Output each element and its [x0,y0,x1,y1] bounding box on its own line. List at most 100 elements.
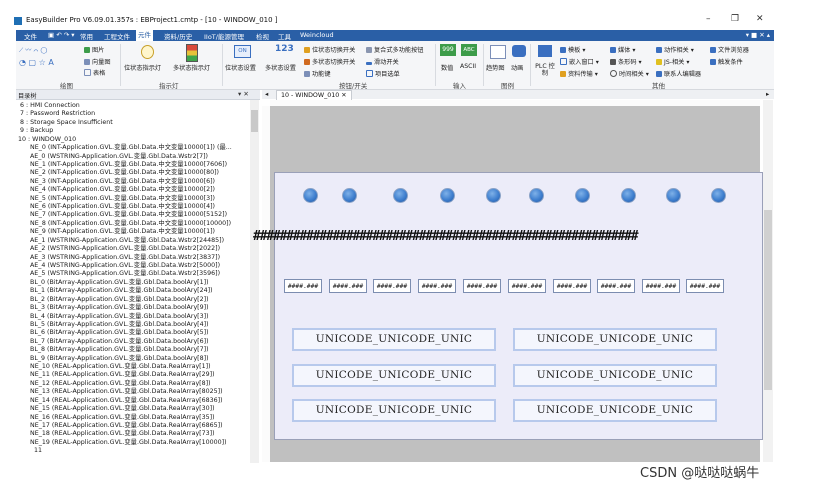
tree-object-item[interactable]: AE_3 (WSTRING-Application.GVL.变量.Gbl.Dat… [30,254,220,262]
bit-toggle-button[interactable]: 位状态切换开关 [304,45,355,54]
slider-button[interactable]: 滑动开关 [366,57,399,66]
bit-lamp-button[interactable]: 位状态指示灯 [124,63,161,72]
tree-object-item[interactable]: NE_18 (REAL-Application.GVL.变量.Gbl.Data.… [30,430,215,438]
sub-window-button[interactable]: 嵌入窗口 ▾ [560,57,599,66]
unicode-input-object[interactable]: UNICODE_UNICODE_UNIC [513,328,717,351]
tree-object-item[interactable]: AE_5 (WSTRING-Application.GVL.变量.Gbl.Dat… [30,270,220,278]
tree-object-item[interactable]: BL_4 (BitArray-Application.GVL.变量.Gbl.Da… [30,313,209,321]
tree-window-item[interactable]: 11 [34,447,42,455]
tree-object-item[interactable]: AE_1 (WSTRING-Application.GVL.变量.Gbl.Dat… [30,237,224,245]
tree-window-item[interactable]: 9 : Backup [20,127,53,135]
tree-object-item[interactable]: NE_0 (INT-Application.GVL.变量.Gbl.Data.中文… [30,144,232,152]
shape-icons[interactable]: ⟋ 〰 ⌒ ◯ [19,45,47,55]
editor-scrollbar-thumb[interactable] [764,210,772,390]
tree-window-item[interactable]: 6 : HMI Connection [20,102,80,110]
tab-window-010[interactable]: 10 - WINDOW_010 ✕ [276,90,352,100]
numeric-display-object[interactable]: ####.### [508,279,546,293]
tree-window-item[interactable]: 7 : Password Restriction [20,110,95,118]
table-button[interactable]: 表格 [84,68,105,77]
bit-lamp-object[interactable] [529,188,544,203]
tree-object-item[interactable]: NE_13 (REAL-Application.GVL.变量.Gbl.Data.… [30,388,223,396]
tree-object-item[interactable]: BL_8 (BitArray-Application.GVL.变量.Gbl.Da… [30,346,209,354]
contact-editor-button[interactable]: 联系人编辑器 [656,69,701,78]
data-transfer-button[interactable]: 资料传输 ▾ [560,69,598,78]
tree-object-item[interactable]: NE_5 (INT-Application.GVL.变量.Gbl.Data.中文… [30,195,215,203]
tree-scrollbar[interactable] [250,100,259,463]
tree-window-item[interactable]: 8 : Storage Space Insufficient [20,119,113,127]
bit-set-button[interactable]: 位状态设置 [225,63,256,72]
tree-object-item[interactable]: BL_0 (BitArray-Application.GVL.变量.Gbl.Da… [30,279,209,287]
unicode-input-object[interactable]: UNICODE_UNICODE_UNIC [292,399,496,422]
unicode-input-object[interactable]: UNICODE_UNICODE_UNIC [513,364,717,387]
tree-object-item[interactable]: NE_10 (REAL-Application.GVL.变量.Gbl.Data.… [30,363,211,371]
tree-object-item[interactable]: NE_6 (INT-Application.GVL.变量.Gbl.Data.中文… [30,203,215,211]
bit-lamp-object[interactable] [486,188,501,203]
menu-view[interactable]: 检视 [254,31,271,41]
barcode-button[interactable]: 条形码 ▾ [610,57,642,66]
media-button[interactable]: 媒体 ▾ [610,45,635,54]
bit-lamp-object[interactable] [440,188,455,203]
numeric-display-object[interactable]: ####.### [642,279,680,293]
quick-access-icons[interactable]: ▣ ↶ ↷ ▾ [46,31,77,39]
tree-object-item[interactable]: NE_19 (REAL-Application.GVL.变量.Gbl.Data.… [30,439,227,447]
bit-lamp-object[interactable] [393,188,408,203]
menu-home[interactable]: 常用 [78,31,95,41]
tree-object-item[interactable]: BL_3 (BitArray-Application.GVL.变量.Gbl.Da… [30,304,209,312]
tree-window-item[interactable]: 10 : WINDOW_010 [18,136,76,144]
numeric-display-object[interactable]: ####.### [284,279,322,293]
time-button[interactable]: 时间相关 ▾ [610,69,649,78]
tree-object-item[interactable]: NE_12 (REAL-Application.GVL.变量.Gbl.Data.… [30,380,211,388]
js-button[interactable]: JS-相关 ▾ [656,57,689,66]
tree-object-item[interactable]: NE_15 (REAL-Application.GVL.变量.Gbl.Data.… [30,405,215,413]
menu-data-history[interactable]: 资料/历史 [162,31,194,41]
tree-object-item[interactable]: NE_4 (INT-Application.GVL.变量.Gbl.Data.中文… [30,186,215,194]
action-button[interactable]: 动作相关 ▾ [656,45,694,54]
tree-object-item[interactable]: NE_8 (INT-Application.GVL.变量.Gbl.Data.中文… [30,220,231,228]
tree-object-item[interactable]: AE_4 (WSTRING-Application.GVL.变量.Gbl.Dat… [30,262,220,270]
function-key-button[interactable]: 功能键 [304,69,331,78]
numeric-display-object[interactable]: ####.### [597,279,635,293]
numeric-display-object[interactable]: ####.### [329,279,367,293]
tree-scrollbar-thumb[interactable] [251,110,258,132]
ascii-button[interactable]: ASCII [460,63,476,70]
ribbon-controls[interactable]: ▾ ■ ✕ ▴ [746,31,770,39]
tab-scroll-right-icon[interactable]: ▸ [766,90,769,98]
shape-icons-2[interactable]: ◔ ▢ ☆ A [19,58,54,67]
menu-file[interactable]: 文件 [22,31,39,41]
numeric-display-object[interactable]: ####.### [553,279,591,293]
tree-object-item[interactable]: BL_1 (BitArray-Application.GVL.变量.Gbl.Da… [30,287,213,295]
picture-button[interactable]: 图片 [84,45,104,54]
ascii-display-hash[interactable]: ########################################… [253,229,761,245]
tree-object-item[interactable]: NE_9 (INT-Application.GVL.变量.Gbl.Data.中文… [30,228,215,236]
multi-lamp-button[interactable]: 多状态指示灯 [173,63,210,72]
bit-lamp-object[interactable] [575,188,590,203]
tree-object-item[interactable]: BL_5 (BitArray-Application.GVL.变量.Gbl.Da… [30,321,209,329]
bit-lamp-object[interactable] [621,188,636,203]
tree-object-item[interactable]: NE_3 (INT-Application.GVL.变量.Gbl.Data.中文… [30,178,215,186]
numeric-display-object[interactable]: ####.### [463,279,501,293]
close-button[interactable]: ✕ [756,14,764,24]
restore-button[interactable]: ❐ [731,14,739,24]
tree-object-item[interactable]: BL_9 (BitArray-Application.GVL.变量.Gbl.Da… [30,355,209,363]
tree-object-item[interactable]: NE_11 (REAL-Application.GVL.变量.Gbl.Data.… [30,371,215,379]
multi-set-button[interactable]: 多状态设置 [265,63,296,72]
trend-button[interactable]: 趋势图 [486,63,505,72]
tree-object-item[interactable]: NE_14 (REAL-Application.GVL.变量.Gbl.Data.… [30,397,223,405]
unicode-input-object[interactable]: UNICODE_UNICODE_UNIC [292,328,496,351]
vector-button[interactable]: 向量图 [84,57,111,66]
multi-toggle-button[interactable]: 多状态切换开关 [304,57,355,66]
tree-object-item[interactable]: BL_2 (BitArray-Application.GVL.变量.Gbl.Da… [30,296,209,304]
menu-tools[interactable]: 工具 [276,31,293,41]
animation-button[interactable]: 动画 [511,63,523,72]
file-browser-button[interactable]: 文件浏览器 [710,45,749,54]
menu-weincloud[interactable]: Weincloud [298,31,336,39]
numeric-button[interactable]: 数值 [441,63,453,72]
tree-object-item[interactable]: NE_17 (REAL-Application.GVL.变量.Gbl.Data.… [30,422,223,430]
tree-object-item[interactable]: NE_1 (INT-Application.GVL.变量.Gbl.Data.中文… [30,161,227,169]
tab-scroll-left-icon[interactable]: ◂ [265,90,268,98]
unicode-input-object[interactable]: UNICODE_UNICODE_UNIC [292,364,496,387]
unicode-input-object[interactable]: UNICODE_UNICODE_UNIC [513,399,717,422]
bit-lamp-object[interactable] [666,188,681,203]
minimize-button[interactable]: – [706,14,711,24]
tree-object-item[interactable]: AE_0 (WSTRING-Application.GVL.变量.Gbl.Dat… [30,153,208,161]
